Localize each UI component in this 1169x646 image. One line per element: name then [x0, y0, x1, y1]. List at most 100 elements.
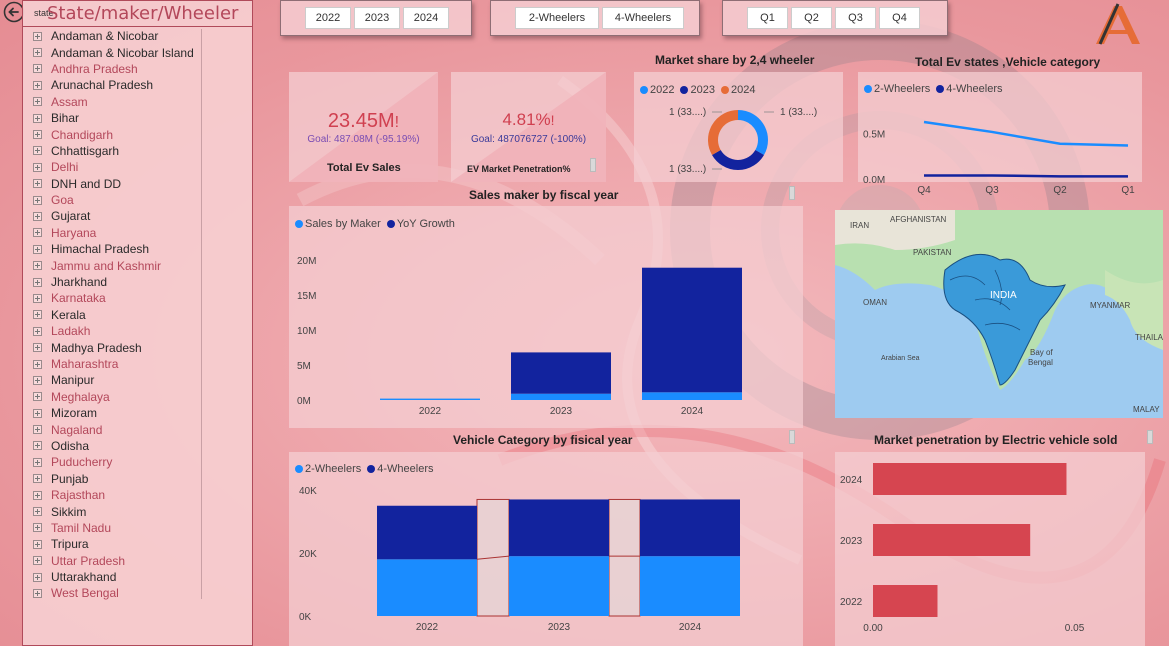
kpi-card-market-penetration[interactable]: 4.81%! Goal: 487076727 (-100%) EV Market…: [451, 72, 606, 182]
expand-plus-icon[interactable]: [33, 146, 42, 156]
state-item[interactable]: Tamil Nadu: [33, 520, 223, 536]
bar-segment[interactable]: [509, 499, 609, 557]
bar-segment[interactable]: [380, 398, 480, 400]
state-item[interactable]: Uttarakhand: [33, 569, 223, 585]
bar-segment[interactable]: [640, 499, 740, 557]
expand-plus-icon[interactable]: [33, 507, 42, 517]
state-item[interactable]: Maharashtra: [33, 356, 223, 372]
bar-segment[interactable]: [640, 556, 740, 616]
state-item[interactable]: Puducherry: [33, 454, 223, 470]
bar-segment[interactable]: [511, 393, 611, 400]
state-item[interactable]: Punjab: [33, 471, 223, 487]
state-item[interactable]: Ladakh: [33, 323, 223, 339]
state-item[interactable]: Chhattisgarh: [33, 143, 223, 159]
expand-plus-icon[interactable]: [33, 97, 42, 107]
state-item[interactable]: Jharkhand: [33, 274, 223, 290]
expand-plus-icon[interactable]: [33, 195, 42, 205]
expand-plus-icon[interactable]: [33, 310, 42, 320]
expand-plus-icon[interactable]: [33, 343, 42, 353]
expand-plus-icon[interactable]: [33, 588, 42, 598]
state-item[interactable]: Assam: [33, 94, 223, 110]
expand-plus-icon[interactable]: [33, 277, 42, 287]
state-item[interactable]: Andaman & Nicobar: [33, 28, 223, 44]
bar-segment[interactable]: [511, 352, 611, 394]
expand-plus-icon[interactable]: [33, 375, 42, 385]
state-item[interactable]: Tripura: [33, 536, 223, 552]
state-item[interactable]: DNH and DD: [33, 176, 223, 192]
state-item[interactable]: Bihar: [33, 110, 223, 126]
state-item[interactable]: Kerala: [33, 307, 223, 323]
expand-plus-icon[interactable]: [33, 293, 42, 303]
ribbon-connector[interactable]: [608, 498, 641, 617]
state-item[interactable]: Meghalaya: [33, 389, 223, 405]
state-item[interactable]: Arunachal Pradesh: [33, 77, 223, 93]
hbar[interactable]: [873, 585, 938, 617]
state-item[interactable]: Andaman & Nicobar Island: [33, 44, 223, 60]
vehicle-category-line-card[interactable]: 2-Wheelers 4-Wheelers 0.0M 0.5M Q4 Q3 Q2 Q1: [858, 72, 1142, 196]
state-item[interactable]: Manipur: [33, 372, 223, 388]
india-map-card[interactable]: IRAN AFGHANISTAN PAKISTAN INDIA OMAN MYA…: [835, 210, 1163, 418]
bar-segment[interactable]: [642, 267, 742, 393]
state-item[interactable]: West Bengal: [33, 585, 223, 601]
expand-plus-icon[interactable]: [33, 80, 42, 90]
sales-maker-bar-chart[interactable]: 0M 5M 10M 15M 20M 2022 2023 2024: [289, 206, 803, 428]
expand-plus-icon[interactable]: [33, 326, 42, 336]
bar-segment[interactable]: [377, 559, 477, 616]
four-wheeler-button[interactable]: 4-Wheelers: [602, 7, 684, 29]
expand-plus-icon[interactable]: [33, 556, 42, 566]
expand-plus-icon[interactable]: [33, 179, 42, 189]
expand-plus-icon[interactable]: [33, 392, 42, 402]
expand-plus-icon[interactable]: [33, 457, 42, 467]
expand-plus-icon[interactable]: [33, 31, 42, 41]
expand-plus-icon[interactable]: [33, 490, 42, 500]
india-map[interactable]: IRAN AFGHANISTAN PAKISTAN INDIA OMAN MYA…: [835, 210, 1163, 418]
quarter-button-q1[interactable]: Q1: [747, 7, 788, 29]
state-item[interactable]: Chandigarh: [33, 126, 223, 142]
expand-plus-icon[interactable]: [33, 523, 42, 533]
state-item[interactable]: Goa: [33, 192, 223, 208]
expand-plus-icon[interactable]: [33, 261, 42, 271]
donut-slice[interactable]: [708, 110, 739, 155]
expand-plus-icon[interactable]: [33, 211, 42, 221]
expand-plus-icon[interactable]: [33, 474, 42, 484]
line-chart[interactable]: 0.0M 0.5M Q4 Q3 Q2 Q1: [858, 72, 1142, 202]
visual-scroll-handle[interactable]: [789, 186, 795, 200]
expand-plus-icon[interactable]: [33, 425, 42, 435]
visual-scroll-handle[interactable]: [789, 430, 795, 444]
state-item[interactable]: Haryana: [33, 225, 223, 241]
year-button-2023[interactable]: 2023: [354, 7, 400, 29]
year-button-2022[interactable]: 2022: [305, 7, 351, 29]
donut-slice[interactable]: [737, 110, 768, 155]
state-item[interactable]: Rajasthan: [33, 487, 223, 503]
state-item[interactable]: Andhra Pradesh: [33, 61, 223, 77]
hbar[interactable]: [873, 524, 1031, 556]
two-wheeler-button[interactable]: 2-Wheelers: [515, 7, 599, 29]
expand-plus-icon[interactable]: [33, 113, 42, 123]
quarter-button-q2[interactable]: Q2: [791, 7, 832, 29]
year-button-2024[interactable]: 2024: [403, 7, 449, 29]
penetration-hbar-card[interactable]: 2024 2023 2022 0.00 0.05: [835, 452, 1145, 646]
donut-chart[interactable]: 1 (33....) 1 (33....) 1 (33....): [634, 72, 843, 182]
bar-segment[interactable]: [377, 505, 477, 560]
quarter-button-q3[interactable]: Q3: [835, 7, 876, 29]
state-item[interactable]: Uttar Pradesh: [33, 553, 223, 569]
expand-plus-icon[interactable]: [33, 228, 42, 238]
expand-plus-icon[interactable]: [33, 48, 42, 58]
expand-plus-icon[interactable]: [33, 130, 42, 140]
expand-plus-icon[interactable]: [33, 408, 42, 418]
expand-plus-icon[interactable]: [33, 441, 42, 451]
state-item[interactable]: Delhi: [33, 159, 223, 175]
expand-plus-icon[interactable]: [33, 162, 42, 172]
series-line[interactable]: [923, 120, 1129, 147]
hbar[interactable]: [873, 463, 1067, 495]
vehicle-category-bar-card[interactable]: 2-Wheelers 4-Wheelers 0K 20K 40K 2022 2023 20…: [289, 452, 803, 646]
expand-plus-icon[interactable]: [33, 244, 42, 254]
state-item[interactable]: Nagaland: [33, 421, 223, 437]
expand-plus-icon[interactable]: [33, 64, 42, 74]
state-item[interactable]: Jammu and Kashmir: [33, 257, 223, 273]
state-item[interactable]: Mizoram: [33, 405, 223, 421]
kpi-card-total-ev-sales[interactable]: 23.45M! Goal: 487.08M (-95.19%) Total Ev…: [289, 72, 438, 182]
visual-scroll-handle[interactable]: [590, 158, 596, 172]
visual-scroll-handle[interactable]: [1147, 430, 1153, 444]
state-item[interactable]: Himachal Pradesh: [33, 241, 223, 257]
